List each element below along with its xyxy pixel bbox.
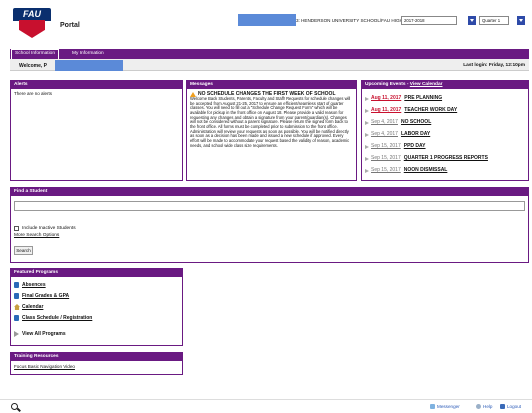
program-final-grades[interactable]: Final Grades & GPA bbox=[14, 292, 69, 300]
featured-programs-title: Featured Programs bbox=[11, 269, 182, 277]
term-select-dropdown-icon[interactable] bbox=[517, 16, 525, 25]
event-item[interactable]: Aug 11, 2017 PRE PLANNING bbox=[365, 93, 525, 105]
more-search-options-link[interactable]: More Search Options bbox=[14, 233, 59, 238]
find-student-panel: Find a Student Include Inactive Students… bbox=[10, 187, 529, 263]
training-title: Training Resources bbox=[11, 353, 182, 361]
footer-bar: Messenger Help Logout bbox=[0, 399, 532, 413]
school-logo: FAU bbox=[13, 8, 51, 38]
messenger-icon bbox=[430, 404, 435, 409]
event-name[interactable]: LABOR DAY bbox=[401, 132, 430, 137]
logout-button[interactable]: Logout bbox=[500, 404, 521, 409]
featured-programs-panel: Featured Programs Absences Final Grades … bbox=[10, 268, 183, 346]
help-icon bbox=[476, 404, 481, 409]
events-header: Upcoming Events - View Calendar bbox=[362, 81, 528, 89]
portal-title: Portal bbox=[60, 22, 80, 29]
program-absences[interactable]: Absences bbox=[14, 281, 46, 289]
event-item[interactable]: Aug 11, 2017 TEACHER WORK DAY bbox=[365, 105, 525, 117]
top-navigation: School Information My Information bbox=[10, 49, 529, 59]
logout-icon bbox=[500, 404, 505, 409]
event-date[interactable]: Aug 11, 2017 bbox=[371, 108, 401, 113]
calendar-icon bbox=[14, 304, 20, 310]
event-date[interactable]: Sep 4, 2017 bbox=[371, 120, 398, 125]
welcome-label: Welcome, P bbox=[19, 63, 47, 69]
book-icon bbox=[14, 282, 19, 288]
arrow-right-icon bbox=[365, 97, 369, 101]
training-resources-panel: Training Resources Focus Basic Navigatio… bbox=[10, 352, 183, 375]
program-label: Calendar bbox=[22, 304, 44, 310]
alerts-panel: Alerts There are no alerts bbox=[10, 80, 183, 181]
include-inactive-label: Include Inactive Students bbox=[22, 226, 76, 231]
redaction-box bbox=[55, 60, 123, 71]
event-name[interactable]: NOON DISMISSAL bbox=[404, 168, 448, 173]
event-name[interactable]: PPD DAY bbox=[404, 144, 426, 149]
event-date[interactable]: Sep 15, 2017 bbox=[371, 168, 401, 173]
search-button[interactable]: Search bbox=[14, 246, 33, 255]
student-search-input[interactable] bbox=[14, 201, 525, 211]
event-date[interactable]: Aug 11, 2017 bbox=[371, 96, 401, 101]
arrow-right-icon bbox=[365, 145, 369, 149]
tab-school-information[interactable]: School Information bbox=[11, 49, 59, 59]
event-item[interactable]: Sep 15, 2017 QUARTER 1 PROGRESS REPORTS bbox=[365, 153, 525, 165]
events-title: Upcoming Events - bbox=[365, 82, 410, 87]
redaction-box bbox=[238, 14, 296, 26]
messages-title: Messages bbox=[187, 81, 356, 89]
help-label: Help bbox=[483, 404, 493, 409]
event-name[interactable]: TEACHER WORK DAY bbox=[404, 108, 457, 113]
event-date[interactable]: Sep 4, 2017 bbox=[371, 132, 398, 137]
arrow-right-icon bbox=[365, 169, 369, 173]
search-icon[interactable] bbox=[11, 403, 18, 410]
program-label: Final Grades & GPA bbox=[22, 293, 70, 299]
events-list: Aug 11, 2017 PRE PLANNING Aug 11, 2017 TEAC… bbox=[362, 89, 528, 179]
program-label: Class Schedule / Registration bbox=[22, 315, 93, 321]
event-name[interactable]: QUARTER 1 PROGRESS REPORTS bbox=[404, 156, 488, 161]
event-name[interactable]: PRE PLANNING bbox=[404, 96, 442, 101]
event-item[interactable]: Sep 4, 2017 NO SCHOOL bbox=[365, 117, 525, 129]
logo-shield bbox=[19, 20, 45, 38]
view-calendar-link[interactable]: View Calendar bbox=[410, 82, 443, 87]
arrow-right-icon bbox=[365, 109, 369, 113]
find-student-title: Find a Student bbox=[11, 188, 528, 196]
arrow-right-icon bbox=[365, 133, 369, 137]
include-inactive-checkbox[interactable] bbox=[14, 226, 19, 231]
year-select-dropdown-icon[interactable] bbox=[468, 16, 476, 25]
logout-label: Logout bbox=[507, 404, 522, 409]
program-label: Absences bbox=[22, 282, 46, 288]
event-name[interactable]: NO SCHOOL bbox=[401, 120, 431, 125]
messenger-button[interactable]: Messenger bbox=[430, 404, 460, 409]
view-all-label: View All Programs bbox=[22, 331, 66, 337]
help-button[interactable]: Help bbox=[476, 404, 492, 409]
book-icon bbox=[14, 293, 19, 299]
year-select[interactable]: 2017-2018 bbox=[401, 16, 457, 25]
view-all-programs-link[interactable]: View All Programs bbox=[14, 330, 66, 338]
last-login: Last login: Friday, 12:10pm bbox=[463, 63, 525, 68]
event-item[interactable]: Sep 4, 2017 LABOR DAY bbox=[365, 129, 525, 141]
alerts-title: Alerts bbox=[11, 81, 182, 89]
events-panel: Upcoming Events - View Calendar Aug 11, … bbox=[361, 80, 529, 181]
tab-my-information[interactable]: My Information bbox=[69, 49, 107, 59]
message-body: Welcome Back Students, Parents, Faculty … bbox=[190, 96, 351, 148]
arrow-right-icon bbox=[365, 157, 369, 161]
program-calendar[interactable]: Calendar bbox=[14, 303, 43, 311]
book-icon bbox=[14, 315, 19, 321]
arrow-right-icon bbox=[365, 121, 369, 125]
event-item[interactable]: Sep 15, 2017 PPD DAY bbox=[365, 141, 525, 153]
event-date[interactable]: Sep 15, 2017 bbox=[371, 156, 401, 161]
training-video-link[interactable]: Focus Basic Navigation Video bbox=[14, 364, 75, 369]
messenger-label: Messenger bbox=[437, 404, 460, 409]
messages-panel: Messages NO SCHEDULE CHANGES THE FIRST W… bbox=[186, 80, 357, 181]
alerts-body: There are no alerts bbox=[14, 91, 53, 96]
logo-text: FAU bbox=[13, 8, 51, 21]
term-select[interactable]: Quarter 1 bbox=[479, 16, 509, 25]
event-item[interactable]: Sep 15, 2017 NOON DISMISSAL bbox=[365, 165, 525, 177]
event-date[interactable]: Sep 15, 2017 bbox=[371, 144, 401, 149]
program-class-schedule[interactable]: Class Schedule / Registration bbox=[14, 314, 92, 322]
arrow-right-icon bbox=[14, 331, 19, 337]
